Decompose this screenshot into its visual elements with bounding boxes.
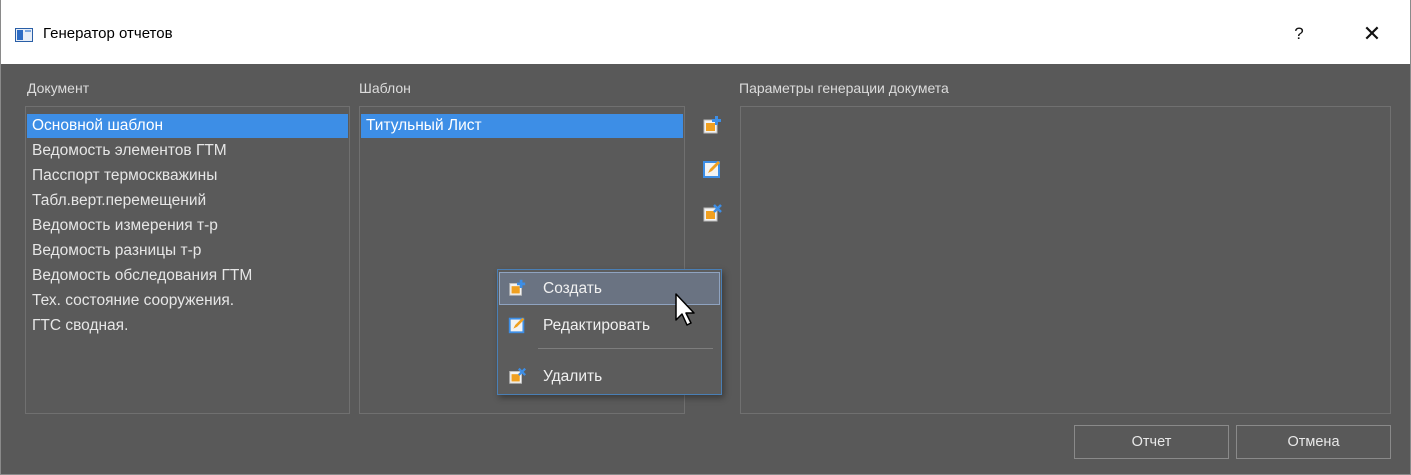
template-context-menu: Создать Редактировать Удалить bbox=[497, 269, 722, 395]
title-bar[interactable]: Генератор отчетов ? ✕ bbox=[1, 0, 1410, 64]
document-item[interactable]: Ведомость разницы т-р bbox=[27, 239, 348, 263]
document-item[interactable]: Табл.верт.перемещений bbox=[27, 189, 348, 213]
document-item[interactable]: Пасспорт термоскважины bbox=[27, 164, 348, 188]
close-button[interactable]: ✕ bbox=[1351, 16, 1393, 52]
edit-template-icon[interactable] bbox=[701, 158, 723, 180]
document-item[interactable]: Основной шаблон bbox=[27, 114, 348, 138]
delete-icon bbox=[509, 367, 526, 384]
params-panel bbox=[740, 106, 1391, 414]
params-label: Параметры генерации докумета bbox=[739, 80, 949, 96]
delete-template-icon[interactable] bbox=[701, 202, 723, 224]
menu-item-label: Создать bbox=[543, 280, 602, 297]
mouse-pointer-icon bbox=[675, 293, 695, 326]
help-button[interactable]: ? bbox=[1279, 16, 1319, 52]
report-button[interactable]: Отчет bbox=[1074, 425, 1229, 459]
template-label: Шаблон bbox=[359, 80, 411, 96]
document-item[interactable]: Ведомость измерения т-р bbox=[27, 214, 348, 238]
document-label: Документ bbox=[27, 80, 90, 96]
report-generator-dialog: Генератор отчетов ? ✕ Документ Основной … bbox=[0, 0, 1411, 475]
add-icon bbox=[509, 279, 526, 296]
window-title: Генератор отчетов bbox=[43, 25, 173, 42]
app-window-icon bbox=[15, 28, 33, 42]
add-template-icon[interactable] bbox=[701, 114, 723, 136]
menu-item-delete[interactable]: Удалить bbox=[500, 361, 719, 392]
document-item[interactable]: Ведомость обследования ГТМ bbox=[27, 264, 348, 288]
template-item[interactable]: Титульный Лист bbox=[361, 114, 683, 138]
menu-separator bbox=[538, 348, 713, 349]
document-item[interactable]: ГТС сводная. bbox=[27, 314, 348, 338]
document-list[interactable]: Основной шаблон Ведомость элементов ГТМ … bbox=[25, 106, 350, 414]
document-item[interactable]: Тех. состояние сооружения. bbox=[27, 289, 348, 313]
menu-item-label: Удалить bbox=[543, 368, 603, 385]
menu-item-label: Редактировать bbox=[543, 317, 651, 334]
edit-icon bbox=[508, 317, 525, 334]
cancel-button[interactable]: Отмена bbox=[1236, 425, 1391, 459]
document-item[interactable]: Ведомость элементов ГТМ bbox=[27, 139, 348, 163]
